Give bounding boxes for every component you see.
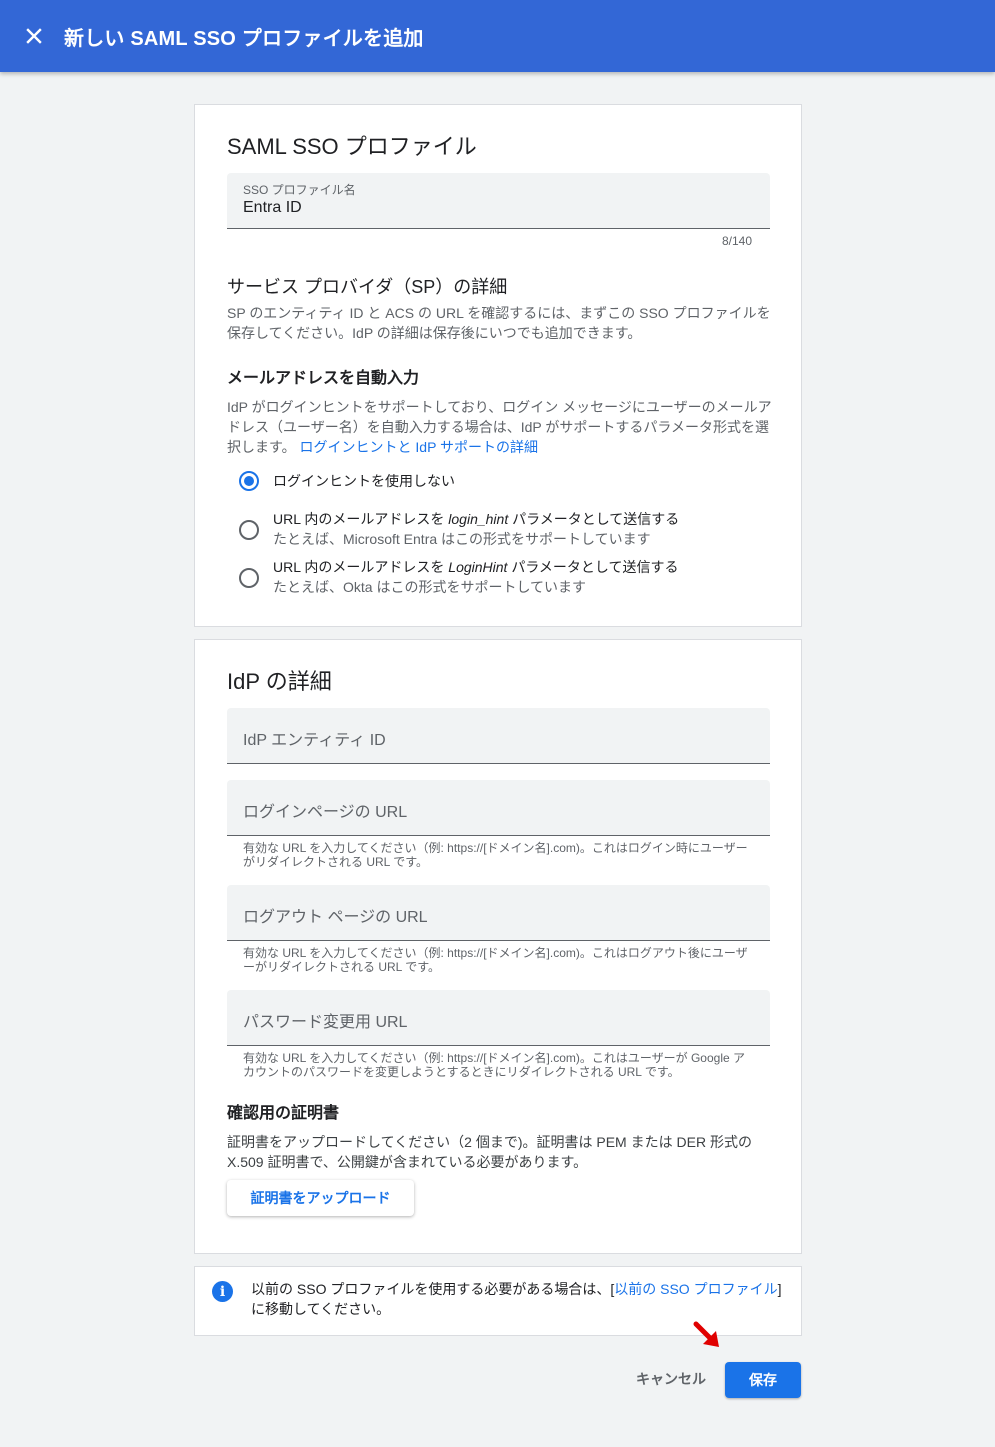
save-button[interactable]: 保存 xyxy=(725,1362,801,1398)
info-text: 以前の SSO プロファイルを使用する必要がある場合は、[以前の SSO プロフ… xyxy=(251,1281,782,1317)
profile-name-field[interactable]: SSO プロファイル名 Entra ID xyxy=(227,173,770,229)
field-placeholder: IdP エンティティ ID xyxy=(243,732,386,749)
password-url-helper: 有効な URL を入力してください（例: https://[ドメイン名].com… xyxy=(243,1051,745,1079)
certificate-heading: 確認用の証明書 xyxy=(227,1105,340,1122)
close-icon[interactable] xyxy=(22,24,46,48)
logout-url-helper: 有効な URL を入力してください（例: https://[ドメイン名].com… xyxy=(243,946,748,974)
field-value: Entra ID xyxy=(243,199,302,216)
sp-details-text: SP のエンティティ ID と ACS の URL を確認するには、まずこの S… xyxy=(227,305,771,341)
field-label: SSO プロファイル名 xyxy=(243,183,356,197)
autofill-heading: メールアドレスを自動入力 xyxy=(227,370,420,387)
login-url-field[interactable]: ログインページの URL xyxy=(227,780,770,836)
card-title: SAML SSO プロファイル xyxy=(227,134,477,159)
radio-sublabel: たとえば、Microsoft Entra はこの形式をサポートしています xyxy=(273,531,651,547)
radio-option-loginhint[interactable]: URL 内のメールアドレスを LoginHint パラメータとして送信する たと… xyxy=(239,557,679,597)
cancel-button[interactable]: キャンセル xyxy=(628,1361,714,1397)
password-url-field[interactable]: パスワード変更用 URL xyxy=(227,990,770,1046)
certificate-text: 証明書をアップロードしてください（2 個まで)。証明書は PEM または DER… xyxy=(227,1134,752,1170)
sp-details-heading: サービス プロバイダ（SP）の詳細 xyxy=(227,277,508,297)
radio-option-no-hint[interactable]: ログインヒントを使用しない xyxy=(239,471,455,491)
card-title: IdP の詳細 xyxy=(227,669,332,694)
radio-button-selected[interactable] xyxy=(239,471,259,491)
upload-certificate-button[interactable]: 証明書をアップロード xyxy=(227,1180,414,1216)
radio-label: ログインヒントを使用しない xyxy=(273,473,455,489)
autofill-text: IdP がログインヒントをサポートしており、ログイン メッセージにユーザーのメー… xyxy=(227,397,772,457)
login-url-helper: 有効な URL を入力してください（例: https://[ドメイン名].com… xyxy=(243,841,748,869)
idp-details-card: IdP の詳細 IdP エンティティ ID ログインページの URL 有効な U… xyxy=(194,639,802,1254)
legacy-profile-link[interactable]: 以前の SSO プロファイル xyxy=(614,1281,777,1297)
radio-label: URL 内のメールアドレスを login_hint パラメータとして送信する xyxy=(273,511,680,527)
radio-sublabel: たとえば、Okta はこの形式をサポートしています xyxy=(273,579,587,595)
info-icon: i xyxy=(212,1281,233,1302)
field-placeholder: パスワード変更用 URL xyxy=(243,1014,408,1031)
character-counter: 8/140 xyxy=(721,234,752,248)
red-arrow-annotation-icon xyxy=(693,1321,719,1347)
login-hint-help-link[interactable]: ログインヒントと IdP サポートの詳細 xyxy=(300,439,539,455)
dialog-title: 新しい SAML SSO プロファイルを追加 xyxy=(64,27,424,50)
radio-button[interactable] xyxy=(239,520,259,540)
radio-button[interactable] xyxy=(239,568,259,588)
radio-label: URL 内のメールアドレスを LoginHint パラメータとして送信する xyxy=(273,559,679,575)
idp-entity-id-field[interactable]: IdP エンティティ ID xyxy=(227,708,770,764)
logout-url-field[interactable]: ログアウト ページの URL xyxy=(227,885,770,941)
field-placeholder: ログインページの URL xyxy=(243,804,408,821)
radio-option-login-hint[interactable]: URL 内のメールアドレスを login_hint パラメータとして送信する た… xyxy=(239,509,679,549)
field-placeholder: ログアウト ページの URL xyxy=(243,909,428,926)
top-app-bar: 新しい SAML SSO プロファイルを追加 xyxy=(0,0,995,72)
saml-profile-card: SAML SSO プロファイル SSO プロファイル名 Entra ID 8/1… xyxy=(194,104,802,627)
